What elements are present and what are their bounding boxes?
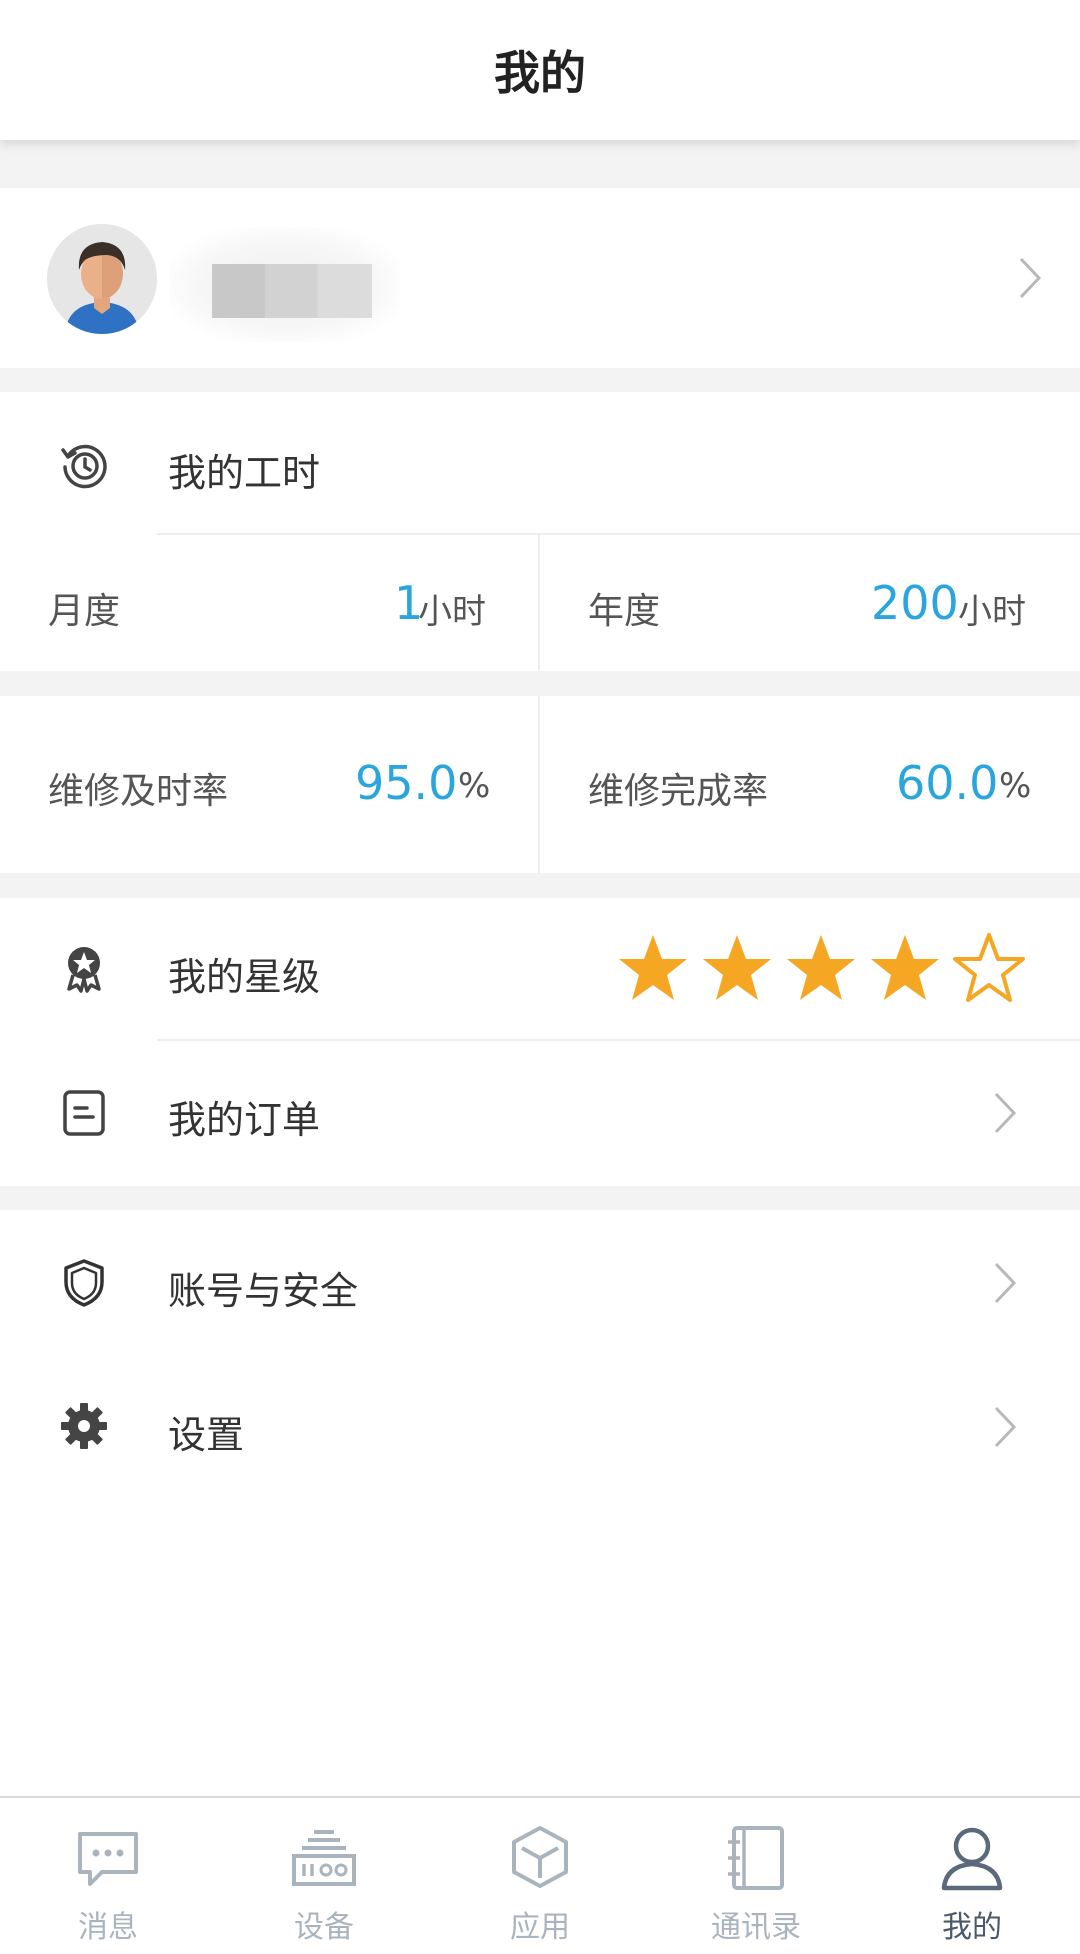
star-filled-icon [871,935,939,1000]
star-rating [616,932,1026,1012]
timely-rate-label: 维修及时率 [48,771,229,812]
tab-mine[interactable]: 我的 [864,1798,1080,1954]
account-security-label: 账号与安全 [168,1269,359,1313]
monthly-unit: 小时 [418,592,486,632]
tab-devices[interactable]: 设备 [216,1798,432,1954]
tab-label: 设备 [294,1910,354,1945]
clock-history-icon [61,444,107,489]
tab-label: 我的 [942,1910,1002,1945]
navigation-header: 我的 [0,0,1080,140]
divider [157,533,1080,535]
orders-row[interactable]: 我的订单 [0,1041,1080,1186]
settings-label: 设置 [168,1413,245,1457]
rating-title: 我的星级 [168,955,321,999]
settings-row[interactable]: 设置 [0,1354,1080,1498]
profile-row[interactable] [0,188,1080,368]
star-filled-icon [787,935,855,1000]
chevron-right-icon [994,1406,1017,1448]
device-icon [292,1830,356,1886]
complete-rate-label: 维修完成率 [588,771,769,812]
timely-rate-unit: % [458,766,491,806]
cube-icon [512,1826,568,1888]
vertical-divider [538,535,540,671]
tab-label: 通讯录 [711,1910,801,1945]
avatar-image [47,224,157,334]
contacts-icon [728,1826,784,1890]
bottom-tab-bar: 消息 设备 应用 通讯录 我的 [0,1796,1080,1954]
rates-card: 维修及时率 95.0 % 维修完成率 60.0 % [0,696,1080,873]
rating-orders-card: 我的星级 我的订单 [0,898,1080,1186]
worktime-title: 我的工时 [168,451,321,495]
complete-rate-unit: % [999,766,1032,806]
page-title: 我的 [494,46,586,100]
chevron-right-icon [994,1262,1017,1304]
tab-contacts[interactable]: 通讯录 [648,1798,864,1954]
tab-label: 应用 [510,1910,570,1945]
complete-rate-value: 60.0 [896,756,999,810]
account-security-row[interactable]: 账号与安全 [0,1210,1080,1354]
chevron-right-icon [994,1092,1017,1134]
worktime-card: 我的工时 月度 1 小时 年度 200 小时 [0,392,1080,671]
document-icon [63,1090,105,1136]
star-filled-icon [619,935,687,1000]
gear-icon [61,1403,107,1449]
award-icon [67,947,101,993]
mine-page: 我的 我的工时 月度 1 小时 年度 200 小时 维修及时率 95.0 % 维… [0,0,1080,1954]
person-icon [941,1827,1003,1891]
chevron-right-icon [1019,257,1042,299]
tab-apps[interactable]: 应用 [432,1798,648,1954]
yearly-label: 年度 [588,591,661,632]
shield-icon [64,1259,104,1307]
chat-icon [78,1832,138,1886]
yearly-unit: 小时 [958,592,1026,632]
account-settings-card: 账号与安全 设置 [0,1210,1080,1796]
monthly-label: 月度 [48,591,121,632]
vertical-divider [538,696,540,873]
username-mask [212,264,372,318]
yearly-value: 200 [871,576,959,630]
tab-label: 消息 [78,1910,138,1945]
star-empty-icon [953,933,1025,1002]
star-filled-icon [703,935,771,1000]
tab-messages[interactable]: 消息 [0,1798,216,1954]
timely-rate-value: 95.0 [355,756,458,810]
orders-label: 我的订单 [168,1098,321,1142]
avatar[interactable] [47,224,157,334]
